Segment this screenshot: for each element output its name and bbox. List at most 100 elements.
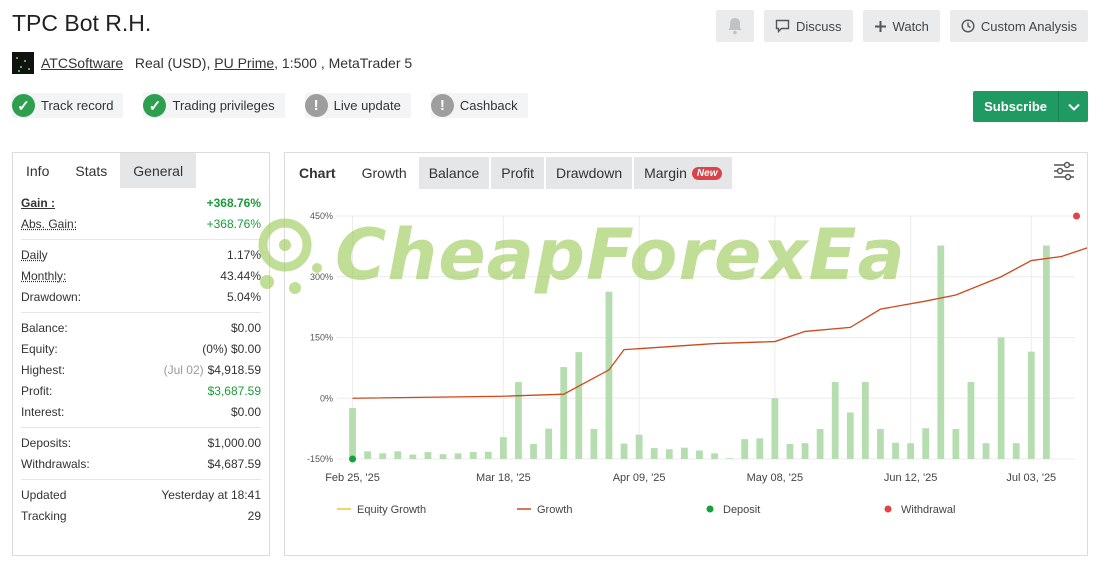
- growth-bar: [786, 444, 794, 459]
- tab-general[interactable]: General: [120, 153, 197, 188]
- growth-bar: [499, 437, 507, 459]
- y-tick-label: 300%: [310, 272, 333, 282]
- author-avatar[interactable]: [12, 52, 34, 74]
- sliders-icon: [1054, 161, 1074, 181]
- growth-bar: [892, 442, 899, 459]
- tab-chart[interactable]: Chart: [285, 157, 350, 189]
- stat-updated: Updated Yesterday at 18:41: [21, 487, 261, 502]
- watch-button[interactable]: Watch: [862, 10, 940, 42]
- chart-settings-button[interactable]: [1053, 161, 1075, 186]
- growth-bar: [530, 444, 537, 459]
- tab-stats[interactable]: Stats: [62, 153, 121, 188]
- growth-bar: [982, 443, 990, 459]
- growth-bar: [680, 447, 688, 459]
- stat-abs-gain: Abs. Gain: +368.76%: [21, 216, 261, 231]
- growth-bar: [997, 337, 1005, 459]
- growth-bar: [590, 429, 598, 459]
- account-type: Real (USD),: [134, 55, 211, 71]
- growth-bar: [560, 367, 568, 459]
- growth-bar: [771, 398, 779, 459]
- growth-bar: [756, 438, 764, 459]
- chart-tabs: Chart Growth Balance Profit Drawdown Mar…: [285, 157, 733, 189]
- tab-growth[interactable]: Growth: [351, 157, 417, 189]
- check-icon: ✓: [143, 94, 167, 117]
- chart-panel: Chart Growth Balance Profit Drawdown Mar…: [284, 152, 1088, 556]
- badges: ✓ Track record ✓ Trading privileges ! Li…: [12, 93, 528, 118]
- badge-label: Trading privileges: [172, 98, 275, 113]
- growth-bar: [575, 352, 583, 459]
- stat-tracking: Tracking 29: [21, 508, 261, 523]
- stats-panel: Info Stats General Gain : +368.76% Abs. G…: [12, 152, 270, 556]
- badge-trading-privileges[interactable]: ✓ Trading privileges: [143, 93, 285, 118]
- legend-swatch: [884, 505, 892, 513]
- stat-highest: Highest: (Jul 02) $4,918.59: [21, 362, 261, 377]
- growth-bar: [364, 451, 372, 459]
- y-tick-label: 150%: [310, 333, 333, 343]
- growth-bar: [831, 382, 839, 459]
- legend-label: Equity Growth: [357, 504, 426, 516]
- stat-drawdown: Drawdown: 5.04%: [21, 289, 261, 304]
- stat-withdrawals: Withdrawals: $4,687.59: [21, 456, 261, 471]
- legend-label: Withdrawal: [901, 504, 955, 516]
- chat-icon: [775, 19, 790, 33]
- author-link[interactable]: ATCSoftware: [41, 55, 123, 71]
- deposit-marker: [349, 455, 357, 463]
- x-tick-label: Feb 25, '25: [325, 472, 380, 484]
- growth-bar: [816, 429, 824, 459]
- growth-bar: [515, 382, 522, 459]
- subscribe-button-group: Subscribe: [973, 91, 1088, 122]
- growth-bar: [379, 453, 387, 459]
- badge-track-record[interactable]: ✓ Track record: [12, 93, 124, 118]
- growth-bar: [801, 443, 809, 459]
- tab-balance[interactable]: Balance: [418, 157, 490, 189]
- tab-profit[interactable]: Profit: [491, 157, 544, 189]
- y-tick-label: 450%: [310, 211, 333, 221]
- growth-bar: [741, 439, 749, 459]
- badge-cashback[interactable]: ! Cashback: [430, 93, 528, 118]
- growth-bar: [952, 429, 960, 459]
- notify-button[interactable]: [716, 10, 755, 42]
- exclamation-icon: !: [304, 94, 328, 117]
- growth-bar: [394, 451, 402, 459]
- growth-bar: [349, 407, 356, 459]
- legend-swatch: [706, 505, 714, 513]
- growth-bar: [439, 454, 447, 459]
- stat-interest: Interest: $0.00: [21, 404, 261, 419]
- growth-bar: [424, 452, 432, 459]
- broker-link[interactable]: PU Prime: [214, 55, 274, 71]
- tab-info[interactable]: Info: [13, 153, 62, 188]
- growth-bar: [545, 428, 553, 459]
- new-badge: New: [691, 166, 723, 180]
- growth-bar: [861, 382, 869, 459]
- legend-label: Deposit: [723, 504, 760, 516]
- badge-label: Live update: [333, 98, 401, 113]
- growth-bar: [454, 453, 462, 459]
- x-tick-label: Apr 09, '25: [613, 472, 666, 484]
- badge-live-update[interactable]: ! Live update: [304, 93, 411, 118]
- tab-drawdown[interactable]: Drawdown: [545, 157, 633, 189]
- legend-label: Growth: [537, 504, 572, 516]
- subscribe-button[interactable]: Subscribe: [973, 91, 1059, 122]
- custom-analysis-label: Custom Analysis: [980, 18, 1077, 34]
- tab-margin[interactable]: Margin New: [634, 157, 733, 189]
- growth-bar: [726, 458, 734, 459]
- x-tick-label: May 08, '25: [747, 472, 804, 484]
- page-title: TPC Bot R.H.: [12, 10, 152, 36]
- stat-gain: Gain : +368.76%: [21, 195, 261, 210]
- x-tick-label: Jul 03, '25: [1006, 472, 1056, 484]
- growth-bar: [696, 450, 703, 459]
- custom-analysis-button[interactable]: Custom Analysis: [949, 10, 1088, 42]
- exclamation-icon: !: [430, 94, 454, 117]
- subscribe-dropdown[interactable]: [1059, 91, 1088, 122]
- badge-label: Track record: [41, 98, 114, 113]
- discuss-button[interactable]: Discuss: [764, 10, 853, 42]
- discuss-label: Discuss: [796, 18, 842, 34]
- x-tick-label: Mar 18, '25: [476, 472, 531, 484]
- growth-bar: [409, 454, 417, 459]
- bell-icon: [728, 18, 742, 35]
- plus-icon: [874, 20, 886, 32]
- badge-label: Cashback: [459, 98, 518, 113]
- growth-bar: [711, 453, 718, 459]
- account-meta: ATCSoftware Real (USD), PU Prime , 1:500…: [12, 52, 412, 74]
- stat-monthly: Monthly: 43.44%: [21, 268, 261, 283]
